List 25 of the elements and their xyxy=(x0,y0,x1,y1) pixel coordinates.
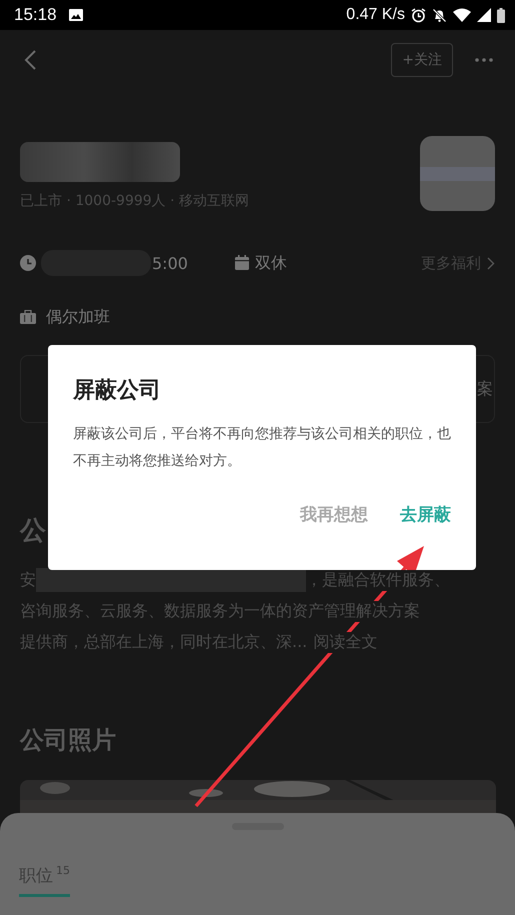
overtime-text: 偶尔加班 xyxy=(46,306,110,328)
benefit-text: 双休 xyxy=(254,252,287,274)
battery-icon xyxy=(497,8,505,22)
benefit-text: 5:00 xyxy=(152,254,188,272)
dialog-message: 屏蔽该公司后，平台将不再向您推荐与该公司相关的职位，也不再主动将您推送给对方。 xyxy=(73,425,451,471)
briefcase-icon xyxy=(20,310,36,324)
status-time: 15:18 xyxy=(14,5,57,25)
chevron-right-icon xyxy=(487,256,495,270)
back-icon[interactable] xyxy=(23,49,37,71)
calendar-icon xyxy=(234,255,250,271)
section-heading: 公司照片 xyxy=(20,725,117,756)
confirm-button[interactable]: 去屏蔽 xyxy=(400,503,451,526)
dialog-title: 屏蔽公司 xyxy=(73,377,162,405)
follow-button[interactable]: +关注 xyxy=(391,43,453,77)
alarm-icon xyxy=(411,8,426,22)
card-text: 案 xyxy=(477,378,493,400)
clock-icon xyxy=(20,255,36,271)
section-heading: 公 xyxy=(20,515,46,548)
more-icon[interactable] xyxy=(475,58,493,62)
signal-icon xyxy=(477,8,491,22)
cancel-button[interactable]: 我再想想 xyxy=(300,503,368,526)
bell-off-icon xyxy=(432,8,447,22)
image-icon xyxy=(68,9,83,21)
wifi-icon xyxy=(453,8,471,22)
network-speed: 0.47 K/s xyxy=(346,6,405,24)
